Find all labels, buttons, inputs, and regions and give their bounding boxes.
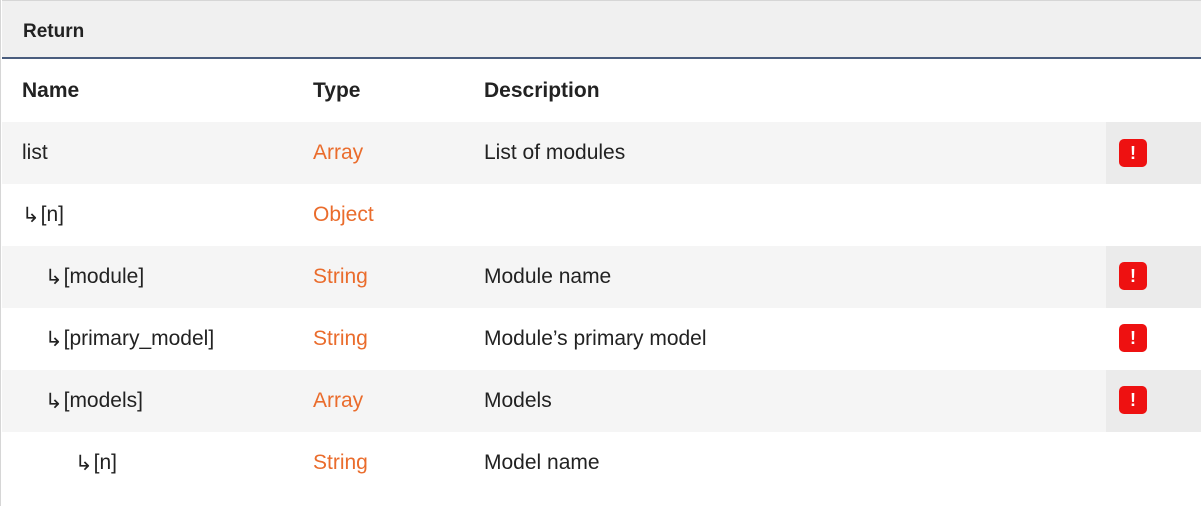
- section-title: Return: [23, 21, 85, 42]
- field-name: ↳ [models]: [22, 370, 143, 432]
- field-name-text: list: [22, 141, 48, 164]
- table-header-row: Name Type Description: [2, 59, 1201, 122]
- section-header: Return: [2, 0, 1201, 59]
- field-description: Model name: [484, 451, 600, 474]
- field-name: ↳ [primary_model]: [22, 308, 214, 370]
- field-name-text: [n]: [40, 203, 64, 226]
- field-name: ↳ [module]: [22, 246, 144, 308]
- column-header-name: Name: [22, 78, 80, 102]
- return-table: Return Name Type Description list Array …: [0, 0, 1201, 506]
- required-badge: !: [1119, 324, 1147, 352]
- field-name: list: [22, 122, 48, 184]
- field-type: Array: [313, 141, 364, 164]
- field-description: Models: [484, 389, 552, 412]
- column-header-type: Type: [313, 78, 361, 102]
- field-type: Array: [313, 389, 364, 412]
- field-description: List of modules: [484, 141, 626, 164]
- required-badge: !: [1119, 262, 1147, 290]
- field-type: Object: [313, 203, 374, 226]
- field-description: Module’s primary model: [484, 327, 707, 350]
- required-badge: !: [1119, 139, 1147, 167]
- table-row: ↳ [n] String Model name: [2, 432, 1201, 506]
- child-arrow-icon: ↳: [45, 389, 63, 413]
- required-badge: !: [1119, 386, 1147, 414]
- column-header-description: Description: [484, 78, 600, 102]
- field-name: ↳ [n]: [22, 184, 64, 246]
- child-arrow-icon: ↳: [75, 451, 93, 475]
- field-type: String: [313, 327, 368, 350]
- child-arrow-icon: ↳: [45, 265, 63, 289]
- table-row: ↳ [primary_model] String Module’s primary…: [2, 308, 1201, 370]
- field-name-text: [models]: [63, 389, 143, 412]
- table-row: ↳ [models] Array Models !: [2, 370, 1201, 432]
- field-name-text: [module]: [63, 265, 145, 288]
- table-row: ↳ [module] String Module name !: [2, 246, 1201, 308]
- child-arrow-icon: ↳: [22, 203, 40, 227]
- field-name-text: [primary_model]: [63, 327, 215, 350]
- field-name: ↳ [n]: [22, 432, 117, 494]
- field-description: Module name: [484, 265, 612, 288]
- table-row: ↳ [n] Object: [2, 184, 1201, 246]
- field-type: String: [313, 265, 368, 288]
- field-name-text: [n]: [93, 451, 117, 474]
- child-arrow-icon: ↳: [45, 327, 63, 351]
- table-row: list Array List of modules !: [2, 122, 1201, 184]
- field-type: String: [313, 451, 368, 474]
